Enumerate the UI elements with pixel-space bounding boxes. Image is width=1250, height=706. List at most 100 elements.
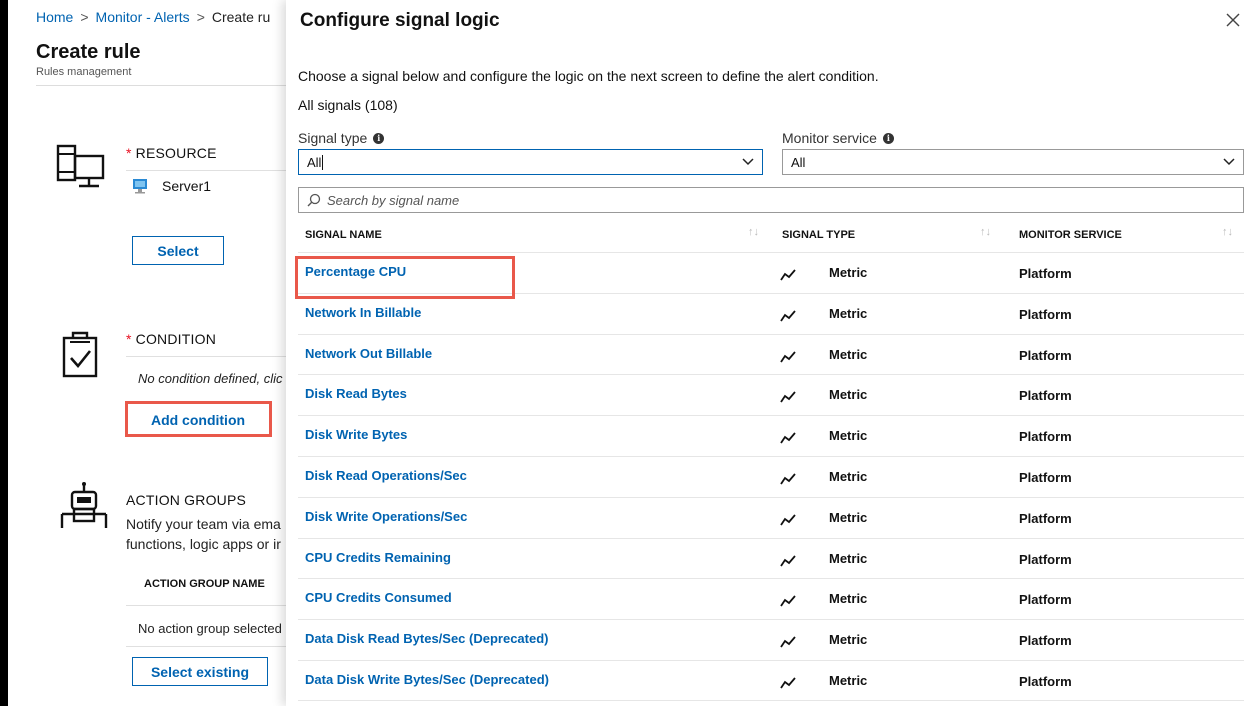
required-marker: * <box>126 331 132 347</box>
signal-row[interactable]: Data Disk Write Bytes/Sec (Deprecated) Me… <box>298 659 1244 701</box>
sort-icon[interactable]: ↑↓ <box>748 226 759 238</box>
monitor-service-value: All <box>791 154 806 170</box>
monitor-service-label: Monitor service i <box>782 130 894 146</box>
signal-type-cell: Metric <box>829 550 868 566</box>
resource-divider <box>126 170 300 171</box>
metric-icon <box>780 514 796 526</box>
no-action-group-text: No action group selected <box>138 621 282 636</box>
info-icon[interactable]: i <box>373 132 385 144</box>
signal-type-cell: Metric <box>829 265 868 280</box>
metric-icon <box>780 432 796 444</box>
metric-icon <box>780 310 796 322</box>
close-icon[interactable] <box>1222 9 1244 31</box>
required-marker: * <box>126 145 132 161</box>
resource-section-title: * RESOURCE <box>126 145 217 161</box>
signal-name-link[interactable]: Network Out Billable <box>305 346 432 361</box>
breadcrumb-separator: > <box>80 9 89 25</box>
info-icon[interactable]: i <box>882 132 894 144</box>
sort-icon[interactable]: ↑↓ <box>1222 226 1233 238</box>
chevron-down-icon <box>1223 158 1235 166</box>
metric-icon <box>780 391 796 403</box>
no-condition-text: No condition defined, clic <box>138 371 283 386</box>
metric-icon <box>780 677 796 689</box>
action-groups-description-line: Notify your team via ema <box>126 516 281 532</box>
monitor-service-cell: Platform <box>1019 388 1072 404</box>
action-group-divider <box>126 605 300 606</box>
text-cursor <box>322 154 324 170</box>
column-header-monitor-service[interactable]: MONITOR SERVICE <box>1019 229 1122 241</box>
monitor-service-cell: Platform <box>1019 673 1072 689</box>
signal-row[interactable]: Disk Read Bytes Metric Platform <box>298 374 1244 415</box>
metric-icon <box>780 554 796 567</box>
action-group-name-header: ACTION GROUP NAME <box>144 578 265 590</box>
metric-icon <box>780 595 796 607</box>
action-group-divider <box>126 646 300 647</box>
signal-row[interactable]: Network Out Billable Metric Platform <box>298 333 1244 375</box>
signal-row[interactable]: CPU Credits Remaining Metric Platform <box>298 537 1244 579</box>
breadcrumb-monitor-alerts[interactable]: Monitor - Alerts <box>96 9 190 25</box>
breadcrumb-home[interactable]: Home <box>36 9 73 25</box>
signal-table: Percentage CPU Metric Platform Network In B… <box>298 252 1244 701</box>
robot-icon <box>60 482 108 528</box>
action-groups-description-line: functions, logic apps or ir <box>126 536 281 552</box>
signal-name-link[interactable]: Data Disk Read Bytes/Sec (Deprecated) <box>305 631 549 646</box>
signal-row[interactable]: Disk Write Bytes Metric Platform <box>298 415 1244 456</box>
create-rule-blade: Home > Monitor - Alerts > Create ru Create r… <box>0 0 300 706</box>
monitor-service-dropdown[interactable]: All <box>782 149 1244 175</box>
signal-type-cell: Metric <box>829 672 868 688</box>
signal-type-cell: Metric <box>829 346 868 362</box>
signal-type-cell: Metric <box>829 387 868 403</box>
clipboard-check-icon <box>62 331 98 378</box>
signal-name-link[interactable]: Disk Read Operations/Sec <box>305 468 467 483</box>
select-resource-button[interactable]: Select <box>132 236 224 265</box>
condition-divider <box>126 356 300 357</box>
metric-icon <box>780 636 796 648</box>
signal-type-cell: Metric <box>829 509 868 525</box>
monitor-service-cell: Platform <box>1019 510 1072 526</box>
breadcrumb: Home > Monitor - Alerts > Create ru <box>36 9 270 25</box>
signal-type-label: Signal type i <box>298 130 385 146</box>
monitor-service-cell: Platform <box>1019 551 1072 567</box>
signal-name-link[interactable]: Network In Billable <box>305 305 421 320</box>
signal-type-dropdown[interactable]: All <box>298 149 763 175</box>
configure-signal-logic-panel: Configure signal logic Choose a signal b… <box>286 0 1250 706</box>
condition-title-text: CONDITION <box>135 331 217 347</box>
signal-row[interactable]: Data Disk Read Bytes/Sec (Deprecated) Met… <box>298 619 1244 660</box>
virtual-machine-icon <box>56 144 105 188</box>
monitor-service-cell: Platform <box>1019 266 1072 281</box>
action-groups-description: Notify your team via ema functions, logi… <box>126 514 281 554</box>
signal-row[interactable]: Disk Write Operations/Sec Metric Platform <box>298 496 1244 538</box>
sort-icon[interactable]: ↑↓ <box>980 226 991 238</box>
signal-type-cell: Metric <box>829 632 868 648</box>
column-header-signal-name[interactable]: SIGNAL NAME <box>305 229 382 241</box>
signal-name-link[interactable]: Data Disk Write Bytes/Sec (Deprecated) <box>305 672 549 687</box>
signal-type-cell: Metric <box>829 428 868 444</box>
breadcrumb-separator: > <box>196 9 205 25</box>
add-condition-button[interactable]: Add condition <box>132 405 264 434</box>
monitor-service-label-text: Monitor service <box>782 130 877 146</box>
title-divider <box>36 85 300 86</box>
signal-row[interactable]: CPU Credits Consumed Metric Platform <box>298 578 1244 619</box>
percentage-cpu-highlight <box>295 256 515 299</box>
metric-icon <box>780 351 796 363</box>
chevron-down-icon <box>742 158 754 166</box>
instruction-text: Choose a signal below and configure the … <box>298 68 879 84</box>
signal-row[interactable]: Disk Read Operations/Sec Metric Platform <box>298 455 1244 497</box>
select-existing-button[interactable]: Select existing <box>132 657 268 686</box>
monitor-service-cell: Platform <box>1019 347 1072 363</box>
signal-type-cell: Metric <box>829 591 868 607</box>
metric-icon <box>780 473 796 485</box>
signal-name-link[interactable]: Disk Write Operations/Sec <box>305 509 467 524</box>
signal-type-label-text: Signal type <box>298 130 368 146</box>
search-input[interactable]: Search by signal name <box>298 187 1244 213</box>
column-header-signal-type[interactable]: SIGNAL TYPE <box>782 229 855 241</box>
breadcrumb-current: Create ru <box>211 9 271 25</box>
signal-name-link[interactable]: CPU Credits Consumed <box>305 590 452 605</box>
panel-title: Configure signal logic <box>300 10 500 31</box>
metric-icon <box>780 269 796 281</box>
signal-name-link[interactable]: Disk Write Bytes <box>305 427 407 442</box>
signal-name-link[interactable]: Disk Read Bytes <box>305 386 407 401</box>
condition-section-title: * CONDITION <box>126 331 216 347</box>
signal-name-link[interactable]: CPU Credits Remaining <box>305 550 451 565</box>
monitor-service-cell: Platform <box>1019 306 1072 322</box>
